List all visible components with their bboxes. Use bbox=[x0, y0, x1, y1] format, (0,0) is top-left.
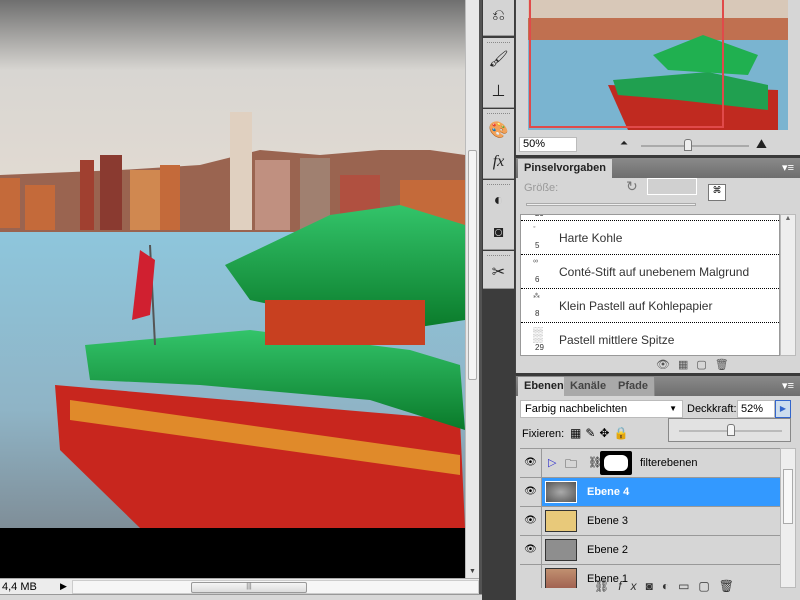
brush-item[interactable]: ▒ 29 Pastell mittlere Spitze bbox=[521, 323, 779, 355]
brush-panel-footer-icons[interactable]: 👁▦▢🗑 bbox=[656, 358, 737, 371]
eye-icon[interactable]: 👁 bbox=[520, 478, 542, 506]
brush-presets-icon[interactable]: 🖌 bbox=[483, 43, 514, 75]
adjustment-layer-icon[interactable]: ◐ bbox=[662, 579, 678, 593]
panel-dock-icons: ⎌ 🖌 ⊥ 🎨 fx ◐ ◙ ✂ bbox=[482, 0, 515, 600]
opacity-slider-toggle[interactable]: ▶ bbox=[775, 400, 791, 418]
new-brush-icon[interactable]: ⌘ bbox=[708, 184, 726, 201]
layer-row[interactable]: 👁 Ebene 4 bbox=[520, 478, 780, 507]
mask-thumbnail[interactable] bbox=[600, 451, 632, 475]
status-menu-arrow[interactable]: ▶ bbox=[60, 581, 72, 592]
chevron-down-icon: ▼ bbox=[669, 404, 677, 413]
brush-item[interactable]: ◦ 5 Harte Kohle bbox=[521, 221, 779, 255]
horizontal-scroll-thumb[interactable]: ||| bbox=[191, 581, 307, 593]
history-icon[interactable]: ⎌ bbox=[483, 0, 514, 32]
add-mask-icon[interactable]: ◙ bbox=[646, 579, 662, 593]
reset-icon[interactable]: ↻ bbox=[626, 178, 638, 195]
new-group-icon[interactable]: ▭ bbox=[678, 579, 698, 593]
layer-thumbnail bbox=[545, 539, 577, 561]
zoom-in-icon[interactable]: ⛰ bbox=[756, 136, 767, 152]
status-bar: 4,4 MB ▶ ||| bbox=[0, 578, 479, 594]
masks-icon[interactable]: ◙ bbox=[483, 217, 514, 249]
clone-source-icon[interactable]: ⊥ bbox=[483, 75, 514, 107]
lock-all-icon[interactable]: 🔒 bbox=[613, 426, 632, 440]
navigator-thumbnail[interactable] bbox=[528, 0, 788, 130]
brush-item[interactable]: ∞ 6 Conté-Stift auf unebenem Malgrund bbox=[521, 255, 779, 289]
layer-thumbnail bbox=[545, 568, 577, 588]
scroll-down-arrow[interactable]: ▼ bbox=[469, 568, 476, 575]
tab-paths[interactable]: Pfade bbox=[612, 377, 655, 396]
opacity-label: Deckkraft: bbox=[687, 403, 737, 415]
size-slider[interactable] bbox=[526, 203, 696, 206]
zoom-slider[interactable] bbox=[641, 145, 749, 147]
expand-arrow-icon[interactable]: ▷ bbox=[548, 456, 556, 469]
folder-icon: 🗀 bbox=[565, 457, 578, 471]
visibility-toggle[interactable] bbox=[520, 565, 542, 588]
tab-channels[interactable]: Kanäle bbox=[564, 377, 614, 396]
layer-thumbnail bbox=[545, 481, 577, 503]
view-area-box[interactable] bbox=[529, 0, 724, 128]
lock-pixels-icon[interactable]: ✎ bbox=[585, 426, 599, 440]
new-layer-icon[interactable]: ▢ bbox=[698, 579, 718, 593]
layer-list-scrollbar[interactable] bbox=[780, 448, 796, 588]
vertical-scrollbar[interactable]: ▼ bbox=[465, 0, 479, 578]
brush-size: 29 bbox=[535, 215, 544, 218]
document-size: 4,4 MB bbox=[2, 580, 37, 593]
layer-row[interactable]: 👁 Ebene 3 bbox=[520, 507, 780, 536]
lock-label: Fixieren: bbox=[522, 428, 565, 440]
brush-presets-panel: Pinselvorgaben ▾≡ Größe: ↻ ⌘ 29 ◦5Harte K… bbox=[515, 155, 800, 373]
layer-row[interactable]: 👁 ▷ 🗀 ⛓ filterebenen bbox=[520, 449, 780, 478]
size-label: Größe: bbox=[524, 182, 559, 194]
delete-layer-icon[interactable]: 🗑 bbox=[719, 579, 743, 593]
panel-menu-icon[interactable]: ▾≡ bbox=[782, 161, 794, 174]
zoom-slider-knob[interactable] bbox=[684, 139, 692, 151]
eye-icon[interactable]: 👁 bbox=[520, 449, 542, 477]
panel-menu-icon[interactable]: ▾≡ bbox=[782, 379, 794, 392]
blend-mode-select[interactable]: Farbig nachbelichten ▼ bbox=[520, 400, 683, 418]
tools-preset-icon[interactable]: ✂ bbox=[483, 256, 514, 288]
painting-image bbox=[0, 0, 465, 528]
layer-list: 👁 ▷ 🗀 ⛓ filterebenen 👁 Ebene 4 👁 Ebene 3 👁… bbox=[520, 448, 780, 588]
opacity-field[interactable]: 52% bbox=[737, 400, 775, 418]
adjustments-icon[interactable]: ◐ bbox=[483, 185, 514, 217]
tab-brush-presets[interactable]: Pinselvorgaben bbox=[518, 159, 612, 178]
layer-thumbnail bbox=[545, 510, 577, 532]
layer-row[interactable]: 👁 Ebene 2 bbox=[520, 536, 780, 565]
zoom-field[interactable]: 50% bbox=[519, 137, 577, 152]
document-canvas[interactable] bbox=[0, 0, 465, 578]
lock-position-icon[interactable]: ✥ bbox=[599, 426, 613, 440]
brush-list-scrollbar[interactable]: ▲ bbox=[780, 214, 796, 356]
styles-palette-icon[interactable]: 🎨 bbox=[483, 114, 514, 146]
size-field[interactable] bbox=[647, 178, 697, 195]
eye-icon[interactable]: 👁 bbox=[520, 507, 542, 535]
fx-icon[interactable]: fx bbox=[618, 579, 645, 593]
eye-icon[interactable]: 👁 bbox=[520, 536, 542, 564]
tab-layers[interactable]: Ebenen bbox=[518, 377, 570, 396]
layers-panel: Ebenen Kanäle Pfade ▾≡ Farbig nachbelich… bbox=[515, 373, 800, 600]
scroll-thumb[interactable] bbox=[468, 150, 477, 380]
link-layers-icon[interactable]: ⛓ bbox=[594, 579, 618, 593]
fx-icon[interactable]: fx bbox=[483, 146, 514, 178]
brush-item[interactable]: ⁂ 8 Klein Pastell auf Kohlepapier bbox=[521, 289, 779, 323]
navigator-panel: 50% ⏶ ⛰ bbox=[515, 0, 800, 155]
brush-list: 29 ◦5Harte Kohle ∞6Conté-Stift auf unebe… bbox=[520, 214, 780, 356]
opacity-slider-knob[interactable] bbox=[727, 424, 735, 436]
opacity-slider-popup bbox=[668, 418, 791, 442]
horizontal-scrollbar[interactable]: ||| bbox=[72, 579, 479, 594]
lock-transparency-icon[interactable]: ▦ bbox=[570, 426, 585, 440]
zoom-out-icon[interactable]: ⏶ bbox=[620, 138, 628, 149]
